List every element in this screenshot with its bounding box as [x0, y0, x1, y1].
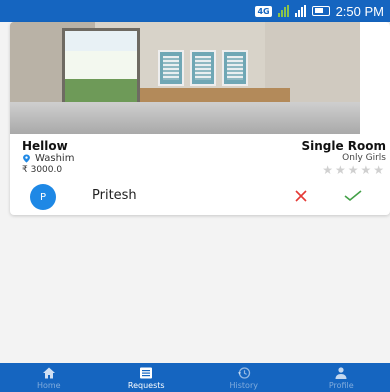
check-icon	[344, 190, 362, 202]
avatar: P	[30, 184, 56, 210]
network-type-badge: 4G	[255, 5, 272, 17]
bottom-navigation: Home Requests History Profile	[0, 363, 390, 392]
nav-home[interactable]: Home	[0, 363, 98, 392]
home-icon	[42, 367, 55, 379]
status-time: 2:50 PM	[335, 3, 384, 19]
nav-history[interactable]: History	[195, 363, 293, 392]
requester-name: Pritesh	[92, 188, 137, 203]
nav-home-label: Home	[36, 381, 61, 390]
nav-history-label: History	[229, 381, 258, 390]
nav-requests-label: Requests	[127, 381, 165, 390]
person-icon	[335, 367, 347, 379]
listing-price: ₹ 3000.0	[22, 165, 63, 175]
location-text: Washim	[35, 153, 75, 164]
list-icon	[140, 367, 153, 379]
nav-requests[interactable]: Requests	[98, 363, 196, 392]
status-bar: 4G 2:50 PM	[0, 0, 390, 22]
accept-button[interactable]	[342, 185, 364, 205]
room-type: Single Room	[301, 139, 386, 153]
signal-icon-2	[294, 5, 306, 17]
gender-preference: Only Girls	[342, 153, 386, 163]
nav-profile[interactable]: Profile	[293, 363, 390, 392]
door-image-detail	[62, 28, 140, 110]
close-icon	[295, 190, 307, 202]
signal-icon	[277, 5, 289, 17]
listing-request-card[interactable]: Hellow Single Room Washim Only Girls ₹ 3…	[10, 22, 390, 215]
reject-button[interactable]	[292, 185, 312, 205]
history-icon	[237, 367, 250, 379]
listing-location: Washim	[22, 153, 74, 164]
location-pin-icon	[23, 154, 30, 163]
room-photo	[10, 22, 390, 134]
battery-icon	[311, 6, 330, 16]
listing-title: Hellow	[22, 139, 68, 153]
nav-profile-label: Profile	[328, 381, 354, 390]
rating-stars: ★★★★★	[322, 163, 386, 177]
